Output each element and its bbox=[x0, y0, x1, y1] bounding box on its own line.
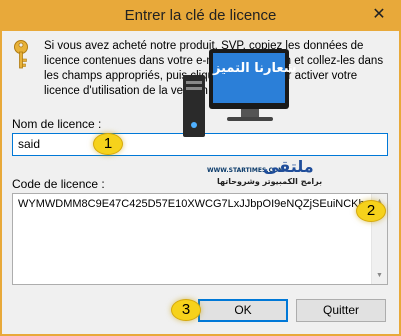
window-title: Entrer la clé de licence bbox=[124, 7, 277, 24]
watermark-subtitle: برامج الكمبيوتر وشروحاتها bbox=[217, 177, 323, 186]
annotation-badge-2: 2 bbox=[356, 200, 386, 222]
watermark-slogan: شعارنا التميز bbox=[213, 61, 297, 76]
licence-code-textarea[interactable]: WYMWDMM8C9E47C425D57E10XWCG7LxJJbpOI9eNQ… bbox=[12, 193, 388, 285]
title-bar[interactable]: Entrer la clé de licence ✕ bbox=[1, 1, 400, 31]
ok-button[interactable]: OK bbox=[198, 299, 288, 322]
annotation-badge-3: 3 bbox=[171, 299, 201, 321]
close-icon[interactable]: ✕ bbox=[368, 5, 390, 25]
watermark-brand: ملتقى bbox=[263, 157, 314, 176]
quit-button[interactable]: Quitter bbox=[296, 299, 386, 322]
scroll-down-icon[interactable]: ▼ bbox=[372, 268, 387, 284]
key-icon bbox=[14, 40, 28, 69]
annotation-badge-1: 1 bbox=[93, 133, 123, 155]
licence-code-value: WYMWDMM8C9E47C425D57E10XWCG7LxJJbpOI9eNQ… bbox=[18, 198, 379, 210]
licence-dialog: Entrer la clé de licence ✕ Si vous avez … bbox=[0, 0, 401, 336]
licence-code-label: Code de licence : bbox=[12, 177, 105, 191]
licence-name-label: Nom de licence : bbox=[12, 117, 102, 131]
